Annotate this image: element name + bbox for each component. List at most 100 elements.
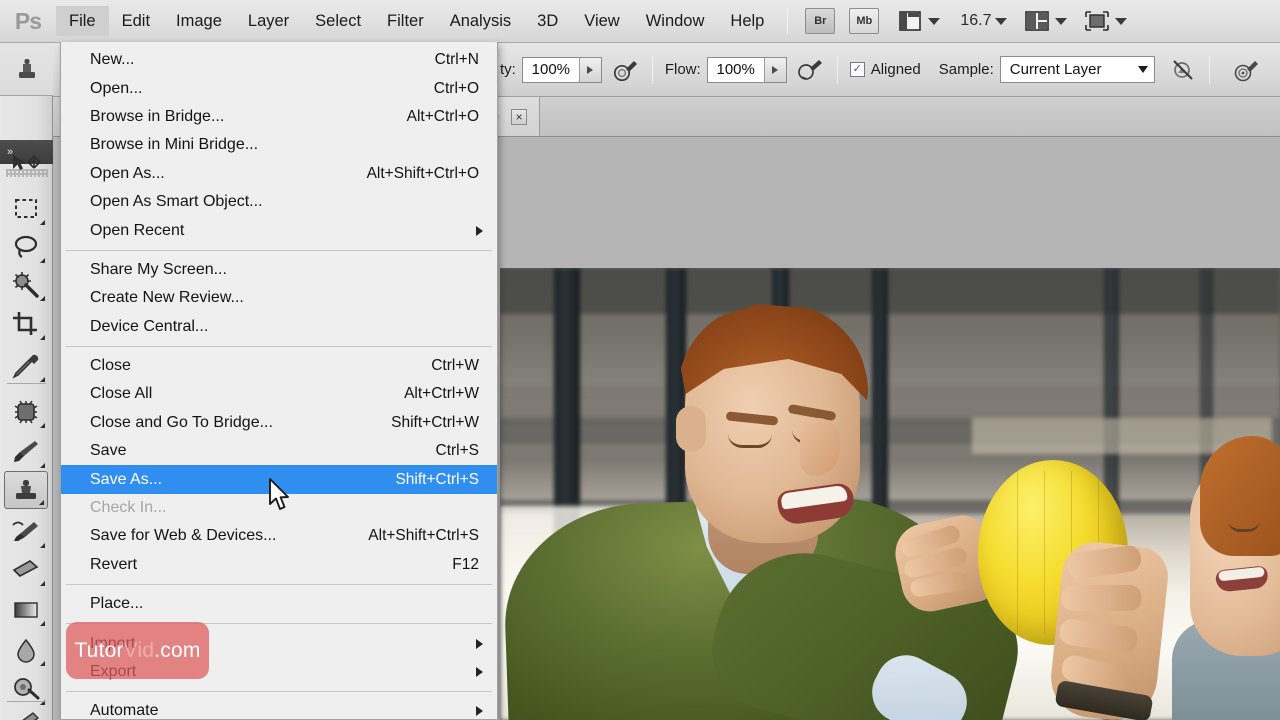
menu-item-open-as[interactable]: Open As... Alt+Shift+Ctrl+O [61,160,497,188]
close-icon[interactable]: × [511,108,528,125]
options-divider-2 [836,55,838,84]
tool-crop[interactable] [4,305,48,343]
spot-healing-brush-tool-icon [14,400,38,424]
view-extras-chevron-down-icon[interactable] [928,17,941,25]
menu-item-accel: Shift+Ctrl+S [395,470,479,488]
menu-edit[interactable]: Edit [109,6,163,36]
screen-mode-chevron-down-icon[interactable] [1115,17,1128,25]
menu-view[interactable]: View [571,6,632,36]
menu-file[interactable]: File [56,5,109,37]
launch-bridge-button[interactable]: Br [805,8,836,34]
flow-value[interactable]: 100% [707,57,764,82]
file-menu-dropdown[interactable]: New... Ctrl+N Open... Ctrl+O Browse in B… [60,42,498,720]
menu-layer[interactable]: Layer [235,6,302,36]
menu-item-device-central[interactable]: Device Central... [61,313,497,341]
menu-bar: Ps File Edit Image Layer Select Filter A… [0,0,1280,43]
menu-item-automate[interactable]: Automate [61,697,497,720]
menu-item-label: Create New Review... [90,289,244,307]
tool-dodge[interactable] [4,670,48,708]
menu-item-create-new-review[interactable]: Create New Review... [61,284,497,312]
flow-stepper[interactable] [763,57,786,82]
document-photo[interactable] [500,268,1280,720]
menu-window[interactable]: Window [633,6,718,36]
sample-label: Sample: [938,61,994,78]
menu-item-place[interactable]: Place... [61,590,497,618]
pen-tool-icon [22,712,40,720]
menu-filter[interactable]: Filter [374,6,437,36]
menu-item-close-and-go-to-bridge[interactable]: Close and Go To Bridge... Shift+Ctrl+W [61,409,497,437]
submenu-arrow-icon [476,225,483,236]
menu-analysis[interactable]: Analysis [437,6,524,36]
opacity-label: ty: [500,61,516,78]
airbrush-icon[interactable] [797,58,825,82]
menu-item-close[interactable]: Close Ctrl+W [61,352,497,380]
menu-item-open-recent[interactable]: Open Recent [61,216,497,244]
menu-item-browse-in-mini-bridge[interactable]: Browse in Mini Bridge... [61,131,497,159]
menu-separator-1 [66,249,492,251]
menu-image[interactable]: Image [163,6,235,36]
menu-item-label: Close [90,357,131,375]
screen-mode-icon[interactable] [1083,9,1111,33]
aligned-label: Aligned [870,61,921,78]
tool-rectangular-marquee[interactable] [4,190,48,228]
menu-item-open-as-smart-object[interactable]: Open As Smart Object... [61,188,497,216]
zoom-chevron-down-icon[interactable] [995,17,1008,25]
sample-select[interactable]: Current Layer [999,56,1155,83]
menu-item-save[interactable]: Save Ctrl+S [61,437,497,465]
menu-item-open[interactable]: Open... Ctrl+O [61,74,497,102]
menu-item-label: Place... [90,595,144,613]
opacity-stepper[interactable] [578,57,601,82]
arrange-chevron-down-icon[interactable] [1055,17,1068,25]
arrange-documents-icon[interactable] [1023,9,1051,33]
tool-move[interactable] [4,146,48,184]
menu-item-label: Automate [90,702,159,720]
menu-item-label: Save [90,442,127,460]
tool-pen[interactable] [4,705,48,720]
launch-mini-bridge-button[interactable]: Mb [849,8,880,34]
tool-eraser[interactable] [4,551,48,589]
eraser-tool-icon [12,560,39,577]
menu-item-browse-in-bridge[interactable]: Browse in Bridge... Alt+Ctrl+O [61,103,497,131]
tools-panel: » [0,43,53,720]
opacity-field[interactable]: 100% [521,56,602,83]
menu-item-label: Share My Screen... [90,260,227,278]
menu-help[interactable]: Help [717,6,777,36]
view-extras-icon[interactable] [896,9,924,33]
ignore-adjustment-layers-icon[interactable] [1169,58,1197,82]
menu-item-save-for-web-and-devices[interactable]: Save for Web & Devices... Alt+Shift+Ctrl… [61,522,497,550]
menu-item-share-my-screen[interactable]: Share My Screen... [61,256,497,284]
menu-separator-5 [66,691,492,693]
move-tool-icon [13,155,41,170]
menu-group-place: Place... [61,590,497,618]
tool-brush[interactable] [4,433,48,471]
menu-item-close-all[interactable]: Close All Alt+Ctrl+W [61,380,497,408]
tool-lasso[interactable] [4,228,48,266]
menu-item-label: Close All [90,385,153,403]
tool-clone-stamp[interactable] [4,471,48,509]
tool-spot-healing-brush[interactable] [4,393,48,431]
flow-field[interactable]: 100% [706,56,787,83]
sample-value: Current Layer [1009,61,1102,78]
rectangular-marquee-tool-icon [15,199,37,218]
menu-3d[interactable]: 3D [524,6,571,36]
menu-item-label: Open As Smart Object... [90,193,263,211]
tool-eyedropper[interactable] [4,347,48,385]
tool-history-brush[interactable] [4,513,48,551]
tool-gradient[interactable] [4,591,48,629]
menu-item-accel: Ctrl+N [434,51,479,69]
tool-magic-wand[interactable] [4,266,48,304]
womans-hair [1200,436,1280,556]
options-divider-1 [651,55,653,84]
menu-item-revert[interactable]: Revert F12 [61,551,497,579]
submenu-arrow-icon [476,706,483,717]
aligned-checkbox[interactable]: ✓ [849,62,865,77]
tablet-pressure-icon[interactable] [1232,58,1260,82]
tool-blur[interactable] [4,631,48,669]
menu-item-accel: Alt+Ctrl+W [404,385,479,403]
magic-wand-tool-icon [13,272,39,298]
menu-separator-3 [66,584,492,586]
opacity-value[interactable]: 100% [522,57,579,82]
opacity-pressure-icon[interactable] [612,58,640,82]
menu-select[interactable]: Select [302,6,374,36]
menu-item-new[interactable]: New... Ctrl+N [61,46,497,74]
